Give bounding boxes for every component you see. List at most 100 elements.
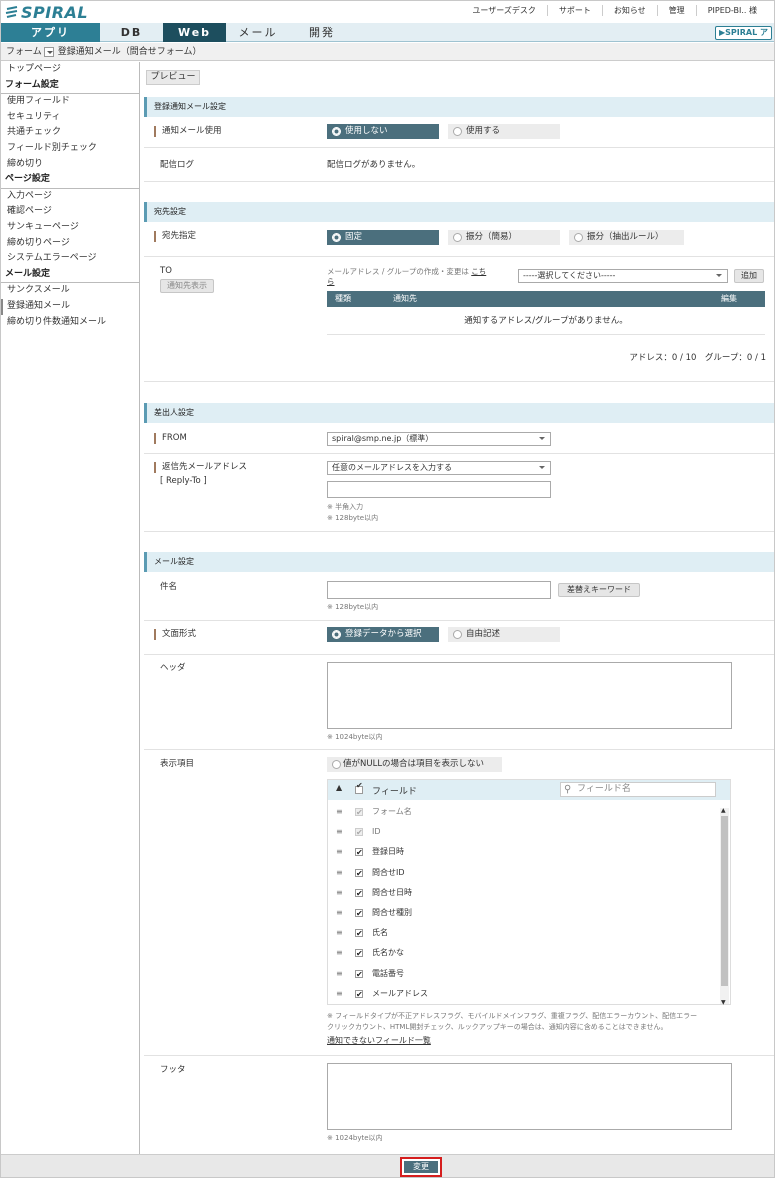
field-checkbox[interactable] [355,843,363,863]
field-row[interactable]: ≡ 問合せID [328,863,718,884]
tab-app[interactable]: アプリ [1,23,100,42]
link-news[interactable]: お知らせ [601,5,657,16]
field-row[interactable]: ≡ 氏名 [328,923,718,944]
field-row[interactable]: ≡ メールアドレス [328,984,718,1005]
dest-note-link-2[interactable]: ら [327,277,335,286]
tab-web[interactable]: Web [163,23,226,42]
sort-up-icon[interactable]: ▲ [336,783,342,792]
reply-hint-2: ※ 128byte以内 [327,514,379,522]
sidebar-item-confirm-page[interactable]: 確認ページ [1,204,139,220]
radio-dest-rule[interactable]: 振分（抽出ルール） [569,230,684,245]
field-checkbox[interactable] [355,924,363,944]
field-row[interactable]: ≡ 電話番号 [328,964,718,985]
sidebar-item-input-page[interactable]: 入力ページ [1,189,139,205]
field-search-input[interactable]: ⚲ フィールド名 [560,782,716,797]
reply-to-input[interactable] [327,481,551,498]
dest-note-link[interactable]: こち [471,267,486,276]
show-dest-button[interactable]: 通知先表示 [160,279,214,293]
drag-handle-icon[interactable]: ≡ [336,842,343,862]
drag-handle-icon[interactable]: ≡ [336,964,343,984]
tab-dev[interactable]: 開発 [290,23,354,42]
col-type: 種類 [335,294,351,303]
radio-usage-off[interactable]: 使用しない [327,124,439,139]
drag-handle-icon[interactable]: ≡ [336,903,343,923]
field-checkbox[interactable] [355,904,363,924]
top-links: ユーザーズデスク サポート お知らせ 管理 PIPED-BI.. 様 [461,5,768,16]
subject-input[interactable] [327,581,551,599]
dest-note-link-cont[interactable]: ら [327,277,335,286]
save-button[interactable]: 変更 [404,1161,438,1173]
drag-handle-icon[interactable]: ≡ [336,943,343,963]
tab-mail[interactable]: メール [226,23,290,42]
drag-handle-icon[interactable]: ≡ [336,802,343,822]
drag-handle-icon[interactable]: ≡ [336,984,343,1004]
from-select[interactable]: spiral@smp.ne.jp（標準） [327,432,551,446]
reply-sub-label: [ Reply-To ] [160,476,207,486]
scroll-up-icon[interactable]: ▲ [721,807,726,814]
sidebar-head-mail: メール設定 [1,267,139,284]
field-note-1: ※ フィールドタイプが不正アドレスフラグ、モバイルドメインフラグ、重複フラグ、配… [327,1012,698,1020]
select-all-checkbox[interactable]: ✔ [355,781,363,794]
breadcrumb-root[interactable]: フォーム [6,43,42,61]
sidebar-item-field-check[interactable]: フィールド別チェック [1,141,139,157]
radio-format-registered[interactable]: 登録データから選択 [327,627,439,642]
reply-select[interactable]: 任意のメールアドレスを入力する [327,461,551,475]
add-dest-button[interactable]: 追加 [734,269,764,283]
sidebar-item-security[interactable]: セキュリティ [1,110,139,126]
spiral-logo[interactable]: SPIRAL [5,3,88,22]
field-row[interactable]: ≡ 問合せ種別 [328,903,718,924]
null-hide-label: 値がNULLの場合は項目を表示しない [343,759,485,769]
sidebar-item-thanks-page[interactable]: サンキューページ [1,220,139,236]
scroll-down-icon[interactable]: ▼ [721,999,726,1006]
link-account[interactable]: PIPED-BI.. 様 [695,5,768,16]
radio-dest-fixed[interactable]: 固定 [327,230,439,245]
sidebar-item-thanks-mail[interactable]: サンクスメール [1,283,139,299]
field-row[interactable]: ≡ 問合せ日時 [328,883,718,904]
drag-handle-icon[interactable]: ≡ [336,822,343,842]
null-hide-checkbox[interactable]: 値がNULLの場合は項目を表示しない [327,757,502,772]
tab-db[interactable]: DB [100,23,163,42]
breadcrumb-dropdown-icon[interactable] [43,46,54,57]
save-button-frame[interactable]: 変更 [400,1157,442,1177]
sidebar-item-deadline-mail[interactable]: 締め切り件数通知メール [1,315,139,331]
preview-button[interactable]: プレビュー [146,70,200,85]
dest-select[interactable]: -----選択してください----- [518,269,728,283]
sidebar-item-error-page[interactable]: システムエラーページ [1,251,139,267]
divider [144,531,774,532]
radio-usage-on[interactable]: 使用する [448,124,560,139]
field-checkbox[interactable] [355,965,363,985]
drag-handle-icon[interactable]: ≡ [336,863,343,883]
divider [144,181,774,182]
sidebar-item-deadline-page[interactable]: 締め切りページ [1,236,139,252]
footer-textarea[interactable] [327,1063,732,1130]
sidebar-item-fields[interactable]: 使用フィールド [1,94,139,110]
radio-dest-simple[interactable]: 振分（簡易） [448,230,560,245]
sidebar-item-top[interactable]: トップページ [1,62,139,78]
field-row[interactable]: ≡ ID [328,822,718,843]
header-textarea[interactable] [327,662,732,729]
link-support[interactable]: サポート [546,5,602,16]
sidebar-item-deadline[interactable]: 締め切り [1,157,139,173]
keyword-button[interactable]: 差替えキーワード [558,583,640,597]
drag-handle-icon[interactable]: ≡ [336,923,343,943]
field-checkbox[interactable] [355,985,363,1005]
restricted-fields-link[interactable]: 通知できないフィールド一覧 [327,1035,431,1046]
drag-handle-icon[interactable]: ≡ [336,883,343,903]
field-list-scrollbar[interactable]: ▼ ▲ [720,807,729,1006]
spiral-app-button[interactable]: ▶SPIRAL ア [715,26,772,40]
field-row[interactable]: ≡ 登録日時 [328,842,718,863]
field-row[interactable]: ≡ フォーム名 [328,802,718,823]
radio-format-free[interactable]: 自由記述 [448,627,560,642]
link-users-desk[interactable]: ユーザーズデスク [461,5,546,16]
section-notify-settings: 登録通知メール設定 [144,97,774,117]
field-row[interactable]: ≡ 氏名かな [328,943,718,964]
link-admin[interactable]: 管理 [656,5,696,16]
field-checkbox[interactable] [355,864,363,884]
scrollbar-thumb[interactable] [721,816,728,986]
log-label: 配信ログ [160,160,195,170]
sidebar: トップページ フォーム設定 使用フィールド セキュリティ 共通チェック フィール… [1,62,140,1154]
sidebar-item-common-check[interactable]: 共通チェック [1,125,139,141]
field-checkbox[interactable] [355,884,363,904]
sidebar-item-notify-mail[interactable]: 登録通知メール [1,298,139,315]
field-checkbox[interactable] [355,944,363,964]
